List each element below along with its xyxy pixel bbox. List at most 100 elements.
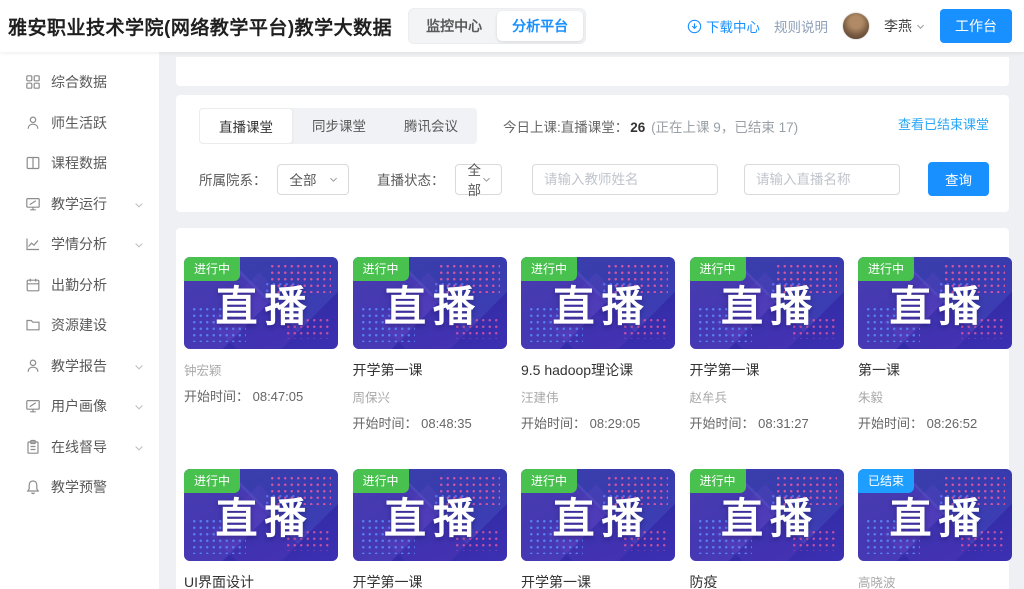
chevron-down-icon	[133, 441, 145, 453]
course-title: 9.5 hadoop理论课	[521, 360, 675, 380]
book-icon	[24, 155, 41, 172]
rules-link[interactable]: 规则说明	[774, 16, 828, 36]
status-badge: 进行中	[690, 257, 746, 281]
live-status-label: 直播状态：	[377, 169, 445, 189]
live-card-2[interactable]: 进行中直播 9.5 hadoop理论课汪建伟开始时间： 08:29:05	[521, 257, 675, 432]
course-title: 防疫	[690, 572, 844, 589]
sidebar-item-6[interactable]: 资源建设	[0, 305, 159, 346]
course-title: 开学第一课	[353, 360, 507, 380]
live-card-5[interactable]: 进行中直播UI界面设计卜颀开始时间： 08:22:09	[184, 469, 338, 589]
department-label: 所属院系：	[199, 169, 267, 189]
live-banner-text: 直播	[882, 273, 987, 334]
header-actions: 下载中心 规则说明 李燕 工作台	[687, 9, 1012, 43]
app-header: 雅安职业技术学院(网络教学平台)教学大数据 监控中心 分析平台 下载中心 规则说…	[0, 0, 1024, 52]
classroom-tab-row: 直播课堂 同步课堂 腾讯会议 今日上课:直播课堂：26 (正在上课 9，已结束 …	[182, 108, 989, 144]
chevron-down-icon	[133, 238, 145, 250]
live-thumbnail: 进行中直播	[184, 257, 338, 349]
live-count: 26	[628, 120, 647, 135]
status-badge: 进行中	[184, 257, 240, 281]
start-time: 开始时间： 08:29:05	[521, 413, 675, 432]
classroom-tabs: 直播课堂 同步课堂 腾讯会议	[199, 108, 477, 144]
sidebar-item-7[interactable]: 教学报告	[0, 346, 159, 387]
sidebar: 综合数据师生活跃课程数据教学运行学情分析出勤分析资源建设教学报告用户画像在线督导…	[0, 52, 160, 589]
sidebar-item-label: 师生活跃	[51, 113, 145, 133]
live-thumbnail: 进行中直播	[353, 469, 507, 561]
chevron-down-icon	[328, 174, 339, 185]
start-time: 开始时间： 08:31:27	[690, 413, 844, 432]
live-banner-text: 直播	[714, 485, 819, 546]
user-menu[interactable]: 李燕	[884, 16, 926, 36]
department-select[interactable]: 全部	[277, 164, 350, 195]
sidebar-item-label: 教学预警	[51, 477, 145, 497]
sidebar-item-3[interactable]: 教学运行	[0, 184, 159, 225]
status-badge: 进行中	[184, 469, 240, 493]
live-banner-text: 直播	[882, 485, 987, 546]
sidebar-item-1[interactable]: 师生活跃	[0, 103, 159, 144]
sidebar-item-5[interactable]: 出勤分析	[0, 265, 159, 306]
live-name-input[interactable]	[744, 164, 900, 195]
course-title: 开学第一课	[353, 572, 507, 589]
live-cards-panel: 进行中直播钟宏颖开始时间： 08:47:05进行中直播开学第一课周保兴开始时间：…	[176, 228, 1009, 589]
teacher-name: 钟宏颖	[184, 360, 338, 379]
tab-tencent-meeting[interactable]: 腾讯会议	[385, 108, 477, 144]
search-button[interactable]: 查询	[928, 162, 989, 196]
live-card-0[interactable]: 进行中直播钟宏颖开始时间： 08:47:05	[184, 257, 338, 432]
tab-live-classroom[interactable]: 直播课堂	[199, 108, 293, 144]
teacher-name-input[interactable]	[532, 164, 718, 195]
workbench-button[interactable]: 工作台	[940, 9, 1012, 43]
today-summary: 今日上课:直播课堂：26 (正在上课 9，已结束 17)	[503, 116, 798, 136]
course-title: UI界面设计	[184, 572, 338, 589]
live-card-3[interactable]: 进行中直播开学第一课赵牟兵开始时间： 08:31:27	[690, 257, 844, 432]
live-thumbnail: 进行中直播	[858, 257, 1012, 349]
view-ended-link[interactable]: 查看已结束课堂	[898, 114, 989, 133]
sidebar-item-label: 学情分析	[51, 234, 133, 254]
live-thumbnail: 进行中直播	[184, 469, 338, 561]
sidebar-item-label: 教学报告	[51, 356, 133, 376]
sidebar-item-9[interactable]: 在线督导	[0, 427, 159, 468]
avatar[interactable]	[842, 12, 870, 40]
chevron-down-icon	[481, 174, 492, 185]
live-status-select[interactable]: 全部	[455, 164, 503, 195]
scrolled-panel-remnant	[176, 57, 1009, 86]
sidebar-item-8[interactable]: 用户画像	[0, 386, 159, 427]
filter-panel: 直播课堂 同步课堂 腾讯会议 今日上课:直播课堂：26 (正在上课 9，已结束 …	[176, 95, 1009, 212]
live-banner-text: 直播	[208, 273, 313, 334]
teacher-name: 汪建伟	[521, 387, 675, 406]
tab-sync-classroom[interactable]: 同步课堂	[293, 108, 385, 144]
live-card-7[interactable]: 进行中直播开学第一课匡煜开始时间： 08:41:44	[521, 469, 675, 589]
page-title: 雅安职业技术学院(网络教学平台)教学大数据	[8, 13, 392, 40]
live-thumbnail: 进行中直播	[521, 257, 675, 349]
tab-analysis-platform[interactable]: 分析平台	[497, 11, 583, 41]
live-card-6[interactable]: 进行中直播开学第一课何敏开始时间： 08:40:26	[353, 469, 507, 589]
status-badge: 已结束	[858, 469, 914, 493]
status-badge: 进行中	[690, 469, 746, 493]
sidebar-item-4[interactable]: 学情分析	[0, 224, 159, 265]
sidebar-item-0[interactable]: 综合数据	[0, 62, 159, 103]
course-title: 第一课	[858, 360, 1012, 380]
start-time: 开始时间： 08:26:52	[858, 413, 1012, 432]
status-badge: 进行中	[521, 469, 577, 493]
live-card-8[interactable]: 进行中直播防疫闫国彬开始时间： 08:20:22	[690, 469, 844, 589]
monitor-icon	[24, 195, 41, 212]
chevron-down-icon	[133, 400, 145, 412]
live-card-1[interactable]: 进行中直播开学第一课周保兴开始时间： 08:48:35	[353, 257, 507, 432]
filter-row: 所属院系： 全部 直播状态： 全部 查询	[182, 162, 989, 196]
sidebar-item-label: 教学运行	[51, 194, 133, 214]
live-card-9[interactable]: 已结束直播高晓波开始时间： 09:32:04结束时间： 09:32:59	[858, 469, 1012, 589]
sidebar-item-label: 用户画像	[51, 396, 133, 416]
bell-icon	[24, 479, 41, 496]
live-card-4[interactable]: 进行中直播第一课朱毅开始时间： 08:26:52	[858, 257, 1012, 432]
platform-switcher: 监控中心 分析平台	[408, 8, 586, 44]
download-icon	[687, 19, 702, 34]
sidebar-item-2[interactable]: 课程数据	[0, 143, 159, 184]
live-banner-text: 直播	[545, 273, 650, 334]
live-thumbnail: 已结束直播	[858, 469, 1012, 561]
live-thumbnail: 进行中直播	[521, 469, 675, 561]
tab-monitor-center[interactable]: 监控中心	[411, 11, 497, 41]
download-center-link[interactable]: 下载中心	[687, 16, 760, 36]
grid-icon	[24, 74, 41, 91]
sidebar-item-label: 在线督导	[51, 437, 133, 457]
person-icon	[24, 114, 41, 131]
sidebar-item-10[interactable]: 教学预警	[0, 467, 159, 508]
chevron-down-icon	[133, 198, 145, 210]
